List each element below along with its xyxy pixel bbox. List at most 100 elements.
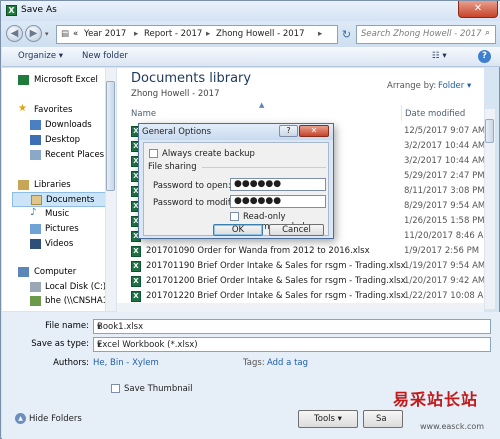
address-bar[interactable]: ▤ « Year 2017 ▸ Report - 2017 ▸ Zhong Ho… [56, 25, 338, 44]
file-name: 201701220 Brief Order Intake & Sales for… [146, 291, 406, 301]
file-date: 8/11/2017 3:08 PM [404, 186, 485, 196]
save-thumbnail-checkbox[interactable] [111, 384, 120, 393]
search-icon[interactable]: ⌕ [485, 28, 490, 38]
downloads-icon [30, 120, 41, 130]
file-date: 1/26/2015 1:58 PM [404, 216, 485, 226]
sidebar-item-music[interactable]: ♪ Music [12, 207, 116, 222]
sidebar-item-local-disk[interactable]: Local Disk (C:) [12, 280, 116, 295]
new-folder-button[interactable]: New folder [82, 51, 128, 61]
tags-value[interactable]: Add a tag [267, 358, 308, 368]
sidebar-item-libraries[interactable]: Libraries [4, 178, 108, 193]
watermark-logo: 易采站长站 [393, 390, 479, 409]
save-thumbnail-label: Save Thumbnail [124, 384, 193, 394]
file-date: 3/2/2017 10:44 AM [404, 141, 486, 151]
pictures-icon [30, 224, 41, 234]
desktop-icon [30, 135, 41, 145]
sidebar-item-desktop[interactable]: Desktop [12, 133, 116, 148]
videos-icon [30, 239, 41, 249]
excel-file-icon: X [131, 276, 141, 287]
hide-folders-button[interactable]: Hide Folders [29, 414, 82, 424]
excel-file-icon: X [131, 246, 141, 257]
sidebar-scroll-thumb[interactable] [106, 81, 115, 191]
excel-file-icon: X [131, 291, 141, 302]
navigation-pane: Microsoft Excel ★ Favorites Downloads De… [2, 68, 116, 311]
help-icon[interactable]: ? [478, 50, 491, 63]
save-as-type-select[interactable]: Excel Workbook (*.xlsx) ▾ [93, 337, 491, 352]
computer-icon [18, 267, 29, 277]
tools-button[interactable]: Tools ▾ [298, 410, 358, 428]
sort-arrow-icon: ▲ [259, 101, 265, 109]
sidebar-item-documents[interactable]: Documents [12, 192, 106, 207]
organize-button[interactable]: Organize ▾ [18, 51, 63, 61]
back-button[interactable]: ◀ [6, 25, 23, 42]
always-backup-checkbox[interactable] [149, 149, 158, 158]
dialog-close-button[interactable]: ✕ [299, 125, 329, 137]
library-subtitle: Zhong Howell - 2017 [131, 89, 220, 99]
views-button[interactable]: ☷ ▾ [432, 51, 447, 61]
save-button[interactable]: Sa [363, 410, 403, 428]
file-row[interactable]: X 201701220 Brief Order Intake & Sales fo… [129, 289, 491, 304]
breadcrumb-report[interactable]: Report - 2017 [144, 29, 202, 39]
chevron-down-icon[interactable]: ▾ [97, 322, 487, 332]
section-divider [202, 167, 326, 168]
file-list-scroll-thumb[interactable] [485, 119, 494, 143]
arrange-by-label: Arrange by: [387, 81, 437, 91]
read-only-checkbox[interactable] [230, 212, 239, 221]
breadcrumb-separator[interactable]: ▸ [206, 29, 210, 39]
network-drive-icon [30, 296, 41, 306]
file-date: 8/29/2017 9:54 AM [404, 201, 486, 211]
sidebar-item-pictures[interactable]: Pictures [12, 222, 116, 237]
file-date: 5/29/2017 2:47 PM [404, 171, 485, 181]
excel-file-icon: X [131, 261, 141, 272]
recent-places-icon [30, 150, 41, 160]
ok-button[interactable]: OK [213, 224, 263, 236]
breadcrumb-separator[interactable]: ▸ [134, 29, 138, 39]
sidebar-item-network-drive[interactable]: bhe (\\CNSHA1F [12, 294, 116, 309]
excel-app-icon: X [6, 5, 17, 16]
column-header-name[interactable]: Name [131, 109, 156, 119]
file-name-input[interactable]: Book1.xlsx ▾ [93, 319, 491, 334]
sidebar-item-favorites[interactable]: ★ Favorites [4, 103, 108, 118]
file-name: 201701090 Order for Wanda from 2012 to 2… [146, 246, 370, 256]
forward-button[interactable]: ▶ [25, 25, 42, 42]
search-input[interactable]: Search Zhong Howell - 2017 ⌕ [356, 25, 496, 44]
breadcrumb-separator[interactable]: ▸ [318, 29, 322, 39]
file-date: 1/19/2017 9:54 AM [404, 261, 486, 271]
file-name-label: File name: [45, 321, 89, 331]
sidebar-item-downloads[interactable]: Downloads [12, 118, 116, 133]
sidebar-item-recent-places[interactable]: Recent Places [12, 148, 116, 163]
password-open-input[interactable]: ●●●●●● [230, 178, 326, 191]
recent-pages-chevron-icon[interactable]: ▾ [45, 30, 49, 38]
close-button[interactable]: ✕ [458, 1, 498, 18]
disk-icon [30, 282, 41, 292]
arrange-by-dropdown[interactable]: Folder ▾ [438, 81, 471, 91]
sidebar-item-microsoft-excel[interactable]: Microsoft Excel [4, 73, 108, 88]
file-date: 1/20/2017 9:42 AM [404, 276, 486, 286]
authors-value[interactable]: He, Bin - Xylem [93, 358, 159, 368]
star-icon: ★ [18, 103, 27, 114]
file-sharing-heading: File sharing [148, 162, 197, 172]
breadcrumb-zhong[interactable]: Zhong Howell - 2017 [216, 29, 305, 39]
chevron-down-icon[interactable]: ▾ [97, 340, 487, 350]
toolbar: Organize ▾ New folder ☷ ▾ ? [2, 47, 500, 67]
column-header-date[interactable]: Date modified [405, 109, 465, 119]
horizontal-scrollbar[interactable] [117, 303, 484, 312]
refresh-icon[interactable]: ↻ [339, 28, 354, 43]
file-row[interactable]: X 201701190 Brief Order Intake & Sales fo… [129, 259, 486, 274]
cancel-button[interactable]: Cancel [269, 224, 324, 236]
breadcrumb-year[interactable]: Year 2017 [84, 29, 126, 39]
sidebar-item-computer[interactable]: Computer [4, 265, 108, 280]
password-modify-input[interactable]: ●●●●●● [230, 195, 326, 208]
file-date: 3/2/2017 10:44 AM [404, 156, 486, 166]
sidebar-item-videos[interactable]: Videos [12, 237, 116, 252]
file-row[interactable]: X 201701090 Order for Wanda from 2012 to … [129, 244, 484, 259]
file-date: 1/22/2017 10:08 AM [404, 291, 491, 301]
collapse-icon[interactable]: ▲ [15, 413, 26, 424]
search-placeholder: Search Zhong Howell - 2017 [361, 29, 482, 39]
dialog-help-button[interactable]: ? [279, 125, 298, 137]
breadcrumb-overflow[interactable]: « [73, 29, 78, 39]
password-open-label: Password to open: [153, 181, 231, 191]
tags-label: Tags: [243, 358, 265, 368]
file-row[interactable]: X 201701200 Brief Order Intake & Sales fo… [129, 274, 486, 289]
column-divider[interactable] [401, 105, 402, 121]
